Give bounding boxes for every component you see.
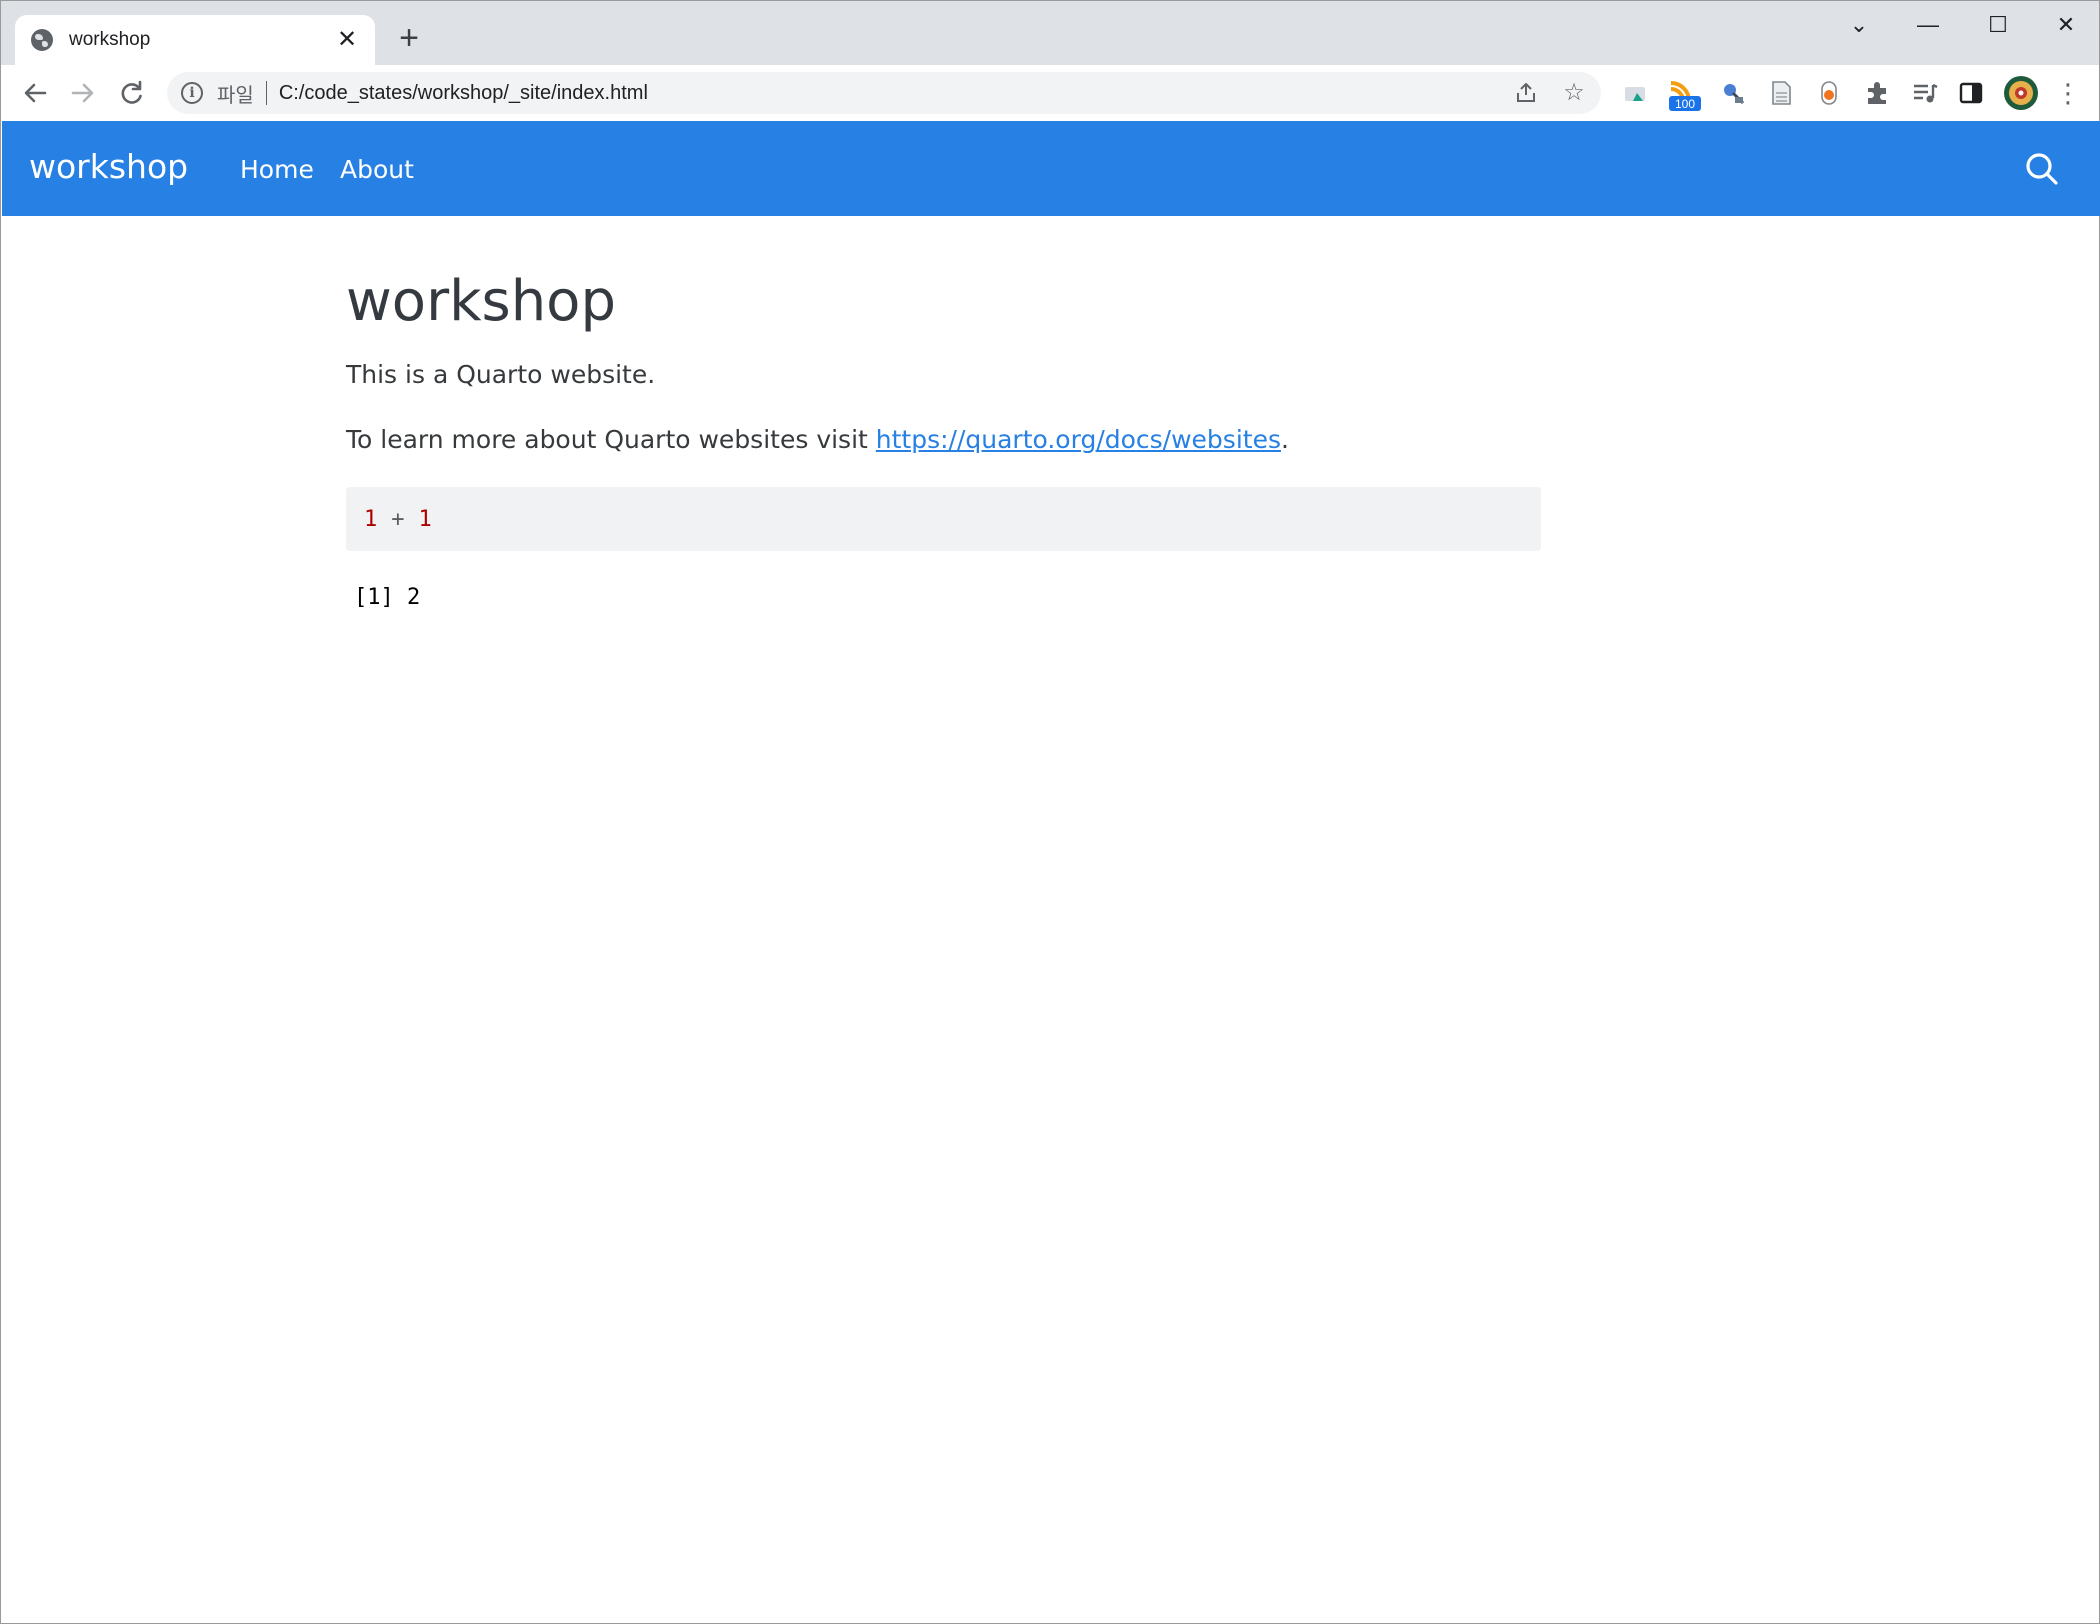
extension-icon-1[interactable]: [1621, 79, 1649, 107]
tab-search-dropdown-icon[interactable]: ⌄: [1837, 9, 1881, 41]
tab-strip: workshop ✕ + ⌄ — ☐ ✕: [1, 1, 2099, 65]
address-bar[interactable]: i 파일 C:/code_states/workshop/_site/index…: [167, 72, 1601, 114]
browser-menu-icon[interactable]: ⋮: [2054, 79, 2082, 107]
forward-arrow-icon[interactable]: [67, 77, 99, 109]
bookmark-star-icon[interactable]: ☆: [1561, 80, 1587, 106]
minimize-button[interactable]: —: [1906, 9, 1950, 41]
rss-badge-count: 100: [1675, 97, 1695, 111]
address-separator: [265, 81, 267, 105]
main-content: workshop This is a Quarto website. To le…: [346, 216, 1541, 610]
maximize-button[interactable]: ☐: [1976, 9, 2020, 41]
search-icon[interactable]: [2024, 151, 2060, 187]
globe-icon: [31, 29, 53, 51]
new-tab-button[interactable]: +: [391, 21, 427, 57]
reload-icon[interactable]: [115, 77, 147, 109]
page-title: workshop: [346, 269, 616, 334]
learn-more-prefix: To learn more about Quarto websites visi…: [346, 425, 876, 455]
info-icon[interactable]: i: [181, 82, 203, 104]
share-icon[interactable]: [1513, 80, 1539, 106]
browser-window: workshop ✕ + ⌄ — ☐ ✕ i 파일 C:/code_states…: [0, 0, 2100, 1624]
code-number-right: 1: [418, 506, 432, 532]
site-brand[interactable]: workshop: [29, 147, 188, 186]
tab-close-button[interactable]: ✕: [335, 28, 359, 52]
code-operator: +: [391, 506, 405, 532]
side-panel-icon[interactable]: [1957, 79, 1985, 107]
scheme-label: 파일: [217, 84, 254, 107]
extensions-puzzle-icon[interactable]: [1863, 79, 1891, 107]
code-number-left: 1: [364, 506, 378, 532]
url-text[interactable]: C:/code_states/workshop/_site/index.html: [279, 82, 648, 105]
site-navbar: workshop Home About: [2, 121, 2100, 216]
rss-feed-icon[interactable]: 100: [1667, 79, 1703, 111]
learn-more-paragraph: To learn more about Quarto websites visi…: [346, 422, 1541, 457]
satellite-extension-icon[interactable]: [1719, 79, 1747, 107]
tab-title: workshop: [69, 29, 151, 50]
intro-paragraph: This is a Quarto website.: [346, 360, 656, 390]
nav-link-about[interactable]: About: [340, 155, 414, 184]
learn-more-suffix: .: [1280, 425, 1289, 455]
document-extension-icon[interactable]: [1767, 79, 1795, 107]
back-arrow-icon[interactable]: [19, 77, 51, 109]
orange-extension-icon[interactable]: [1815, 79, 1843, 107]
nav-link-home[interactable]: Home: [240, 155, 314, 184]
profile-avatar[interactable]: [2003, 75, 2039, 111]
close-window-button[interactable]: ✕: [2044, 9, 2088, 41]
browser-toolbar: i 파일 C:/code_states/workshop/_site/index…: [1, 65, 2099, 121]
code-output: [1] 2: [354, 585, 421, 611]
tab-workshop[interactable]: workshop ✕: [15, 15, 375, 65]
media-controls-icon[interactable]: [1911, 79, 1939, 107]
quarto-docs-link[interactable]: https://quarto.org/docs/websites: [876, 425, 1281, 454]
code-block: 1 + 1: [346, 487, 1541, 552]
